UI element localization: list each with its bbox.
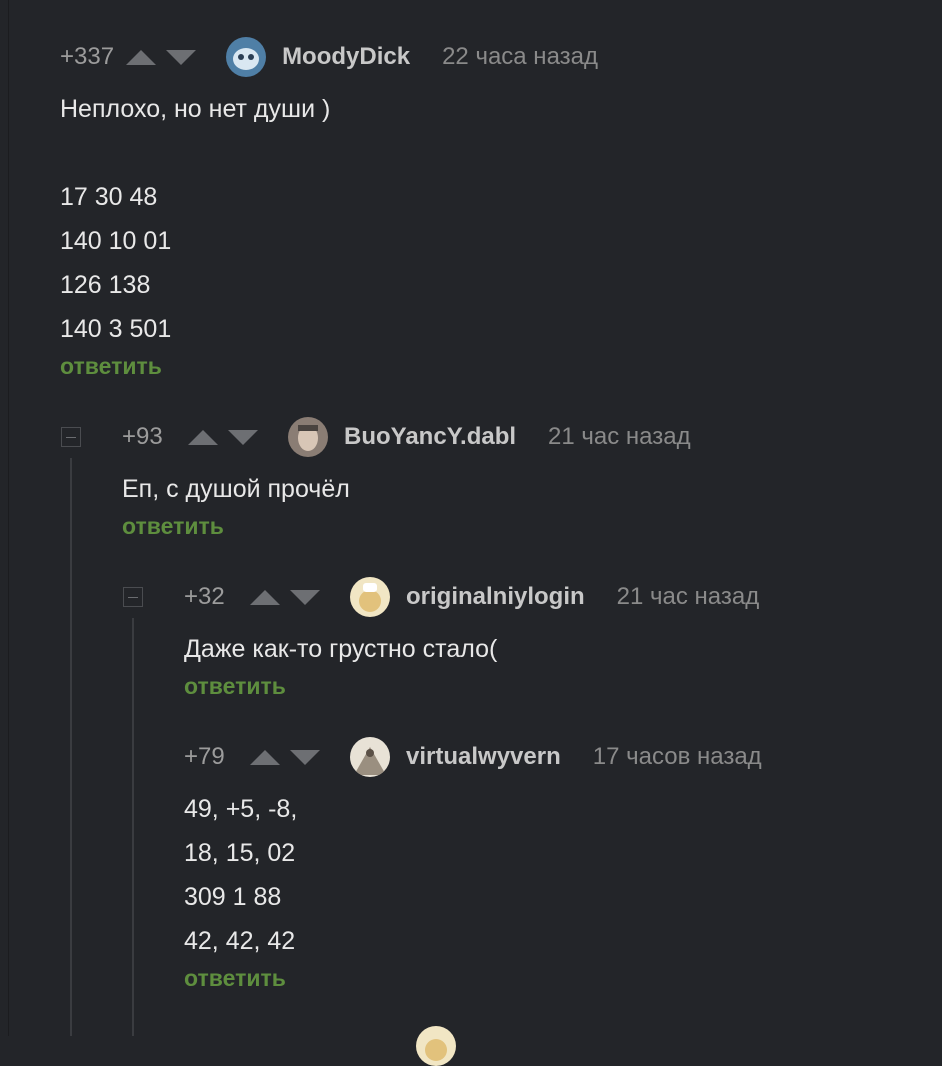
comment-line: 42, 42, 42 [184, 927, 296, 955]
comment-time[interactable]: 22 часа назад [442, 43, 598, 71]
vote-controls [188, 429, 258, 445]
comment-text: Еп, с душой прочёл [122, 467, 691, 511]
vote-controls [250, 749, 320, 765]
comment-line: 140 3 501 [60, 315, 172, 343]
comment-line: 309 1 88 [184, 883, 282, 911]
comment-text: 49, +5, -8, 18, 15, 02 309 1 88 42, 42, … [184, 787, 762, 963]
comment-line [60, 131, 598, 175]
comment: +93 BuoYancY.dabl 21 час назад Еп, с душ… [122, 417, 691, 540]
reply-button[interactable]: ответить [122, 513, 224, 540]
comment-time[interactable]: 21 час назад [617, 583, 760, 611]
vote-controls [250, 589, 320, 605]
comment: +32 originalniylogin 21 час назад Даже к… [184, 577, 759, 700]
comment-line: 17 30 48 [60, 183, 158, 211]
thread-line[interactable] [132, 618, 134, 1036]
comment-time[interactable]: 17 часов назад [593, 743, 762, 771]
collapse-thread-button[interactable] [123, 587, 143, 607]
thread-line[interactable] [70, 458, 72, 1036]
comment-header: +79 virtualwyvern 17 часов назад [184, 737, 762, 777]
avatar[interactable] [350, 577, 390, 617]
reply-button[interactable]: ответить [60, 353, 162, 380]
upvote-icon[interactable] [250, 749, 280, 765]
comment-author[interactable]: BuoYancY.dabl [344, 423, 516, 451]
comment-header: +337 MoodyDick 22 часа назад [60, 37, 598, 77]
comment-text: Даже как-то грустно стало( [184, 627, 759, 671]
comment-text: Неплохо, но нет души ) 17 30 48 140 10 0… [60, 87, 598, 351]
upvote-icon[interactable] [250, 589, 280, 605]
avatar[interactable] [416, 1026, 456, 1066]
comment-rating: +32 [184, 583, 225, 610]
downvote-icon[interactable] [228, 429, 258, 445]
comment-author[interactable]: originalniylogin [406, 583, 585, 611]
avatar[interactable] [226, 37, 267, 77]
comment-line: Еп, с душой прочёл [122, 475, 350, 503]
comment-line: 18, 15, 02 [184, 839, 296, 867]
comment-header: +93 BuoYancY.dabl 21 час назад [122, 417, 691, 457]
comment-author[interactable]: virtualwyvern [406, 743, 561, 771]
comment-line: 140 10 01 [60, 227, 172, 255]
page-left-border [8, 0, 9, 1036]
avatar[interactable] [350, 737, 390, 777]
comment-line: Даже как-то грустно стало( [184, 635, 498, 663]
downvote-icon[interactable] [290, 749, 320, 765]
avatar[interactable] [288, 417, 328, 457]
comment-rating: +337 [60, 43, 115, 70]
comment: +79 virtualwyvern 17 часов назад 49, +5,… [184, 737, 762, 992]
reply-button[interactable]: ответить [184, 673, 286, 700]
upvote-icon[interactable] [126, 49, 157, 65]
comment-author[interactable]: MoodyDick [282, 43, 410, 71]
collapse-thread-button[interactable] [61, 427, 81, 447]
comment-header: +32 originalniylogin 21 час назад [184, 577, 759, 617]
comment: +337 MoodyDick 22 часа назад Неплохо, но… [60, 37, 598, 380]
comment-rating: +79 [184, 743, 225, 770]
reply-button[interactable]: ответить [184, 965, 286, 992]
comment-time[interactable]: 21 час назад [548, 423, 691, 451]
downvote-icon[interactable] [166, 49, 197, 65]
comment-rating: +93 [122, 423, 163, 450]
downvote-icon[interactable] [290, 589, 320, 605]
upvote-icon[interactable] [188, 429, 218, 445]
comment-line: 126 138 [60, 271, 151, 299]
vote-controls [126, 49, 197, 65]
comment-line: 49, +5, -8, [184, 795, 298, 823]
comment-line: Неплохо, но нет души ) [60, 95, 331, 123]
